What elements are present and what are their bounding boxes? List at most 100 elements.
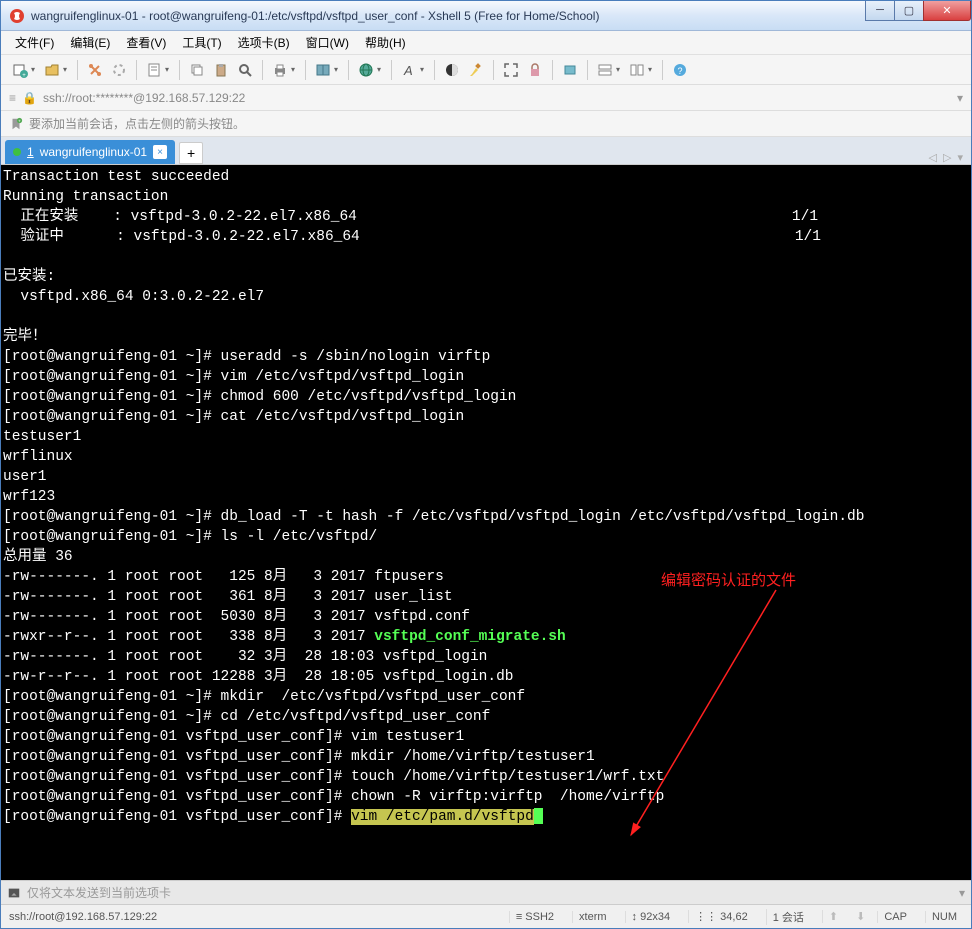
status-term: xterm: [572, 911, 613, 923]
status-ssh: ≡ SSH2: [509, 911, 560, 923]
font-button[interactable]: A: [398, 59, 420, 81]
tab-next-button[interactable]: ▷: [943, 151, 951, 164]
list-icon[interactable]: ≡: [9, 91, 16, 105]
app-window: wangruifenglinux-01 - root@wangruifeng-0…: [0, 0, 972, 929]
xftp-button[interactable]: [559, 59, 581, 81]
dropdown-icon[interactable]: ▾: [31, 65, 39, 74]
dropdown-icon[interactable]: ▾: [63, 65, 71, 74]
find-button[interactable]: [234, 59, 256, 81]
tab-bar: 1 wangruifenglinux-01 × + ◁ ▷ ▾: [1, 137, 971, 165]
menu-edit[interactable]: 编辑(E): [64, 32, 116, 53]
properties-button[interactable]: [143, 59, 165, 81]
address-dropdown-icon[interactable]: ▾: [957, 91, 963, 105]
send-dropdown-icon[interactable]: ▾: [959, 886, 965, 900]
toolbar-separator: [434, 60, 435, 80]
status-cursor: ⋮⋮ 34,62: [688, 910, 754, 923]
connection-status-icon: [13, 148, 21, 156]
minimize-button[interactable]: ─: [865, 1, 895, 21]
menubar: 文件(F) 编辑(E) 查看(V) 工具(T) 选项卡(B) 窗口(W) 帮助(…: [1, 31, 971, 55]
menu-view[interactable]: 查看(V): [120, 32, 172, 53]
info-bar: + 要添加当前会话，点击左侧的箭头按钮。: [1, 111, 971, 137]
ssh-badge-icon: ≡: [516, 911, 522, 923]
open-session-button[interactable]: [41, 59, 63, 81]
toolbar-separator: [305, 60, 306, 80]
menu-window[interactable]: 窗口(W): [300, 32, 355, 53]
status-connection: ssh://root@192.168.57.129:22: [9, 911, 157, 923]
tab-label: wangruifenglinux-01: [40, 145, 147, 159]
send-placeholder[interactable]: 仅将文本发送到当前选项卡: [27, 884, 171, 901]
svg-text:+: +: [22, 73, 26, 78]
toolbar-separator: [136, 60, 137, 80]
app-icon: [9, 8, 25, 24]
toolbar-separator: [662, 60, 663, 80]
layout-button[interactable]: [312, 59, 334, 81]
paste-button[interactable]: [210, 59, 232, 81]
status-num: NUM: [925, 911, 963, 923]
status-down-icon: ⬇: [856, 910, 865, 923]
toolbar-separator: [179, 60, 180, 80]
rows-icon: ⋮⋮: [695, 911, 717, 923]
tab-list-button[interactable]: ▾: [957, 151, 963, 164]
print-button[interactable]: [269, 59, 291, 81]
disconnect-button[interactable]: [108, 59, 130, 81]
info-text: 要添加当前会话，点击左侧的箭头按钮。: [29, 115, 245, 132]
toolbar-separator: [587, 60, 588, 80]
menu-tabs[interactable]: 选项卡(B): [232, 32, 296, 53]
dropdown-icon[interactable]: ▾: [165, 65, 173, 74]
status-sessions: 1 会话: [766, 909, 810, 925]
tab-close-button[interactable]: ×: [153, 145, 167, 159]
size-icon: ↕: [632, 911, 638, 923]
dropdown-icon[interactable]: ▾: [334, 65, 342, 74]
highlight-button[interactable]: [465, 59, 487, 81]
toolbar: + ▾ ▾ ▾ ▾ ▾ ▾ A ▾ ▾: [1, 55, 971, 85]
tile-vertical-button[interactable]: [626, 59, 648, 81]
svg-text:?: ?: [677, 66, 682, 76]
window-controls: ─ ▢ ✕: [866, 1, 971, 21]
titlebar[interactable]: wangruifenglinux-01 - root@wangruifeng-0…: [1, 1, 971, 31]
send-icon[interactable]: [7, 886, 21, 900]
help-button[interactable]: ?: [669, 59, 691, 81]
dropdown-icon[interactable]: ▾: [377, 65, 385, 74]
tab-prev-button[interactable]: ◁: [929, 151, 937, 164]
globe-button[interactable]: [355, 59, 377, 81]
toolbar-separator: [493, 60, 494, 80]
dropdown-icon[interactable]: ▾: [648, 65, 656, 74]
dropdown-icon[interactable]: ▾: [616, 65, 624, 74]
menu-help[interactable]: 帮助(H): [359, 32, 412, 53]
address-bar: ≡ 🔒 ssh://root:********@192.168.57.129:2…: [1, 85, 971, 111]
reconnect-button[interactable]: [84, 59, 106, 81]
toolbar-separator: [77, 60, 78, 80]
status-size: ↕ 92x34: [625, 911, 677, 923]
svg-text:A: A: [403, 63, 413, 78]
tile-horizontal-button[interactable]: [594, 59, 616, 81]
bookmark-add-icon[interactable]: +: [9, 117, 23, 131]
lock-button[interactable]: [524, 59, 546, 81]
dropdown-icon[interactable]: ▾: [420, 65, 428, 74]
toolbar-separator: [348, 60, 349, 80]
status-cap: CAP: [877, 911, 913, 923]
terminal[interactable]: Transaction test succeeded Running trans…: [1, 165, 971, 880]
new-tab-button[interactable]: +: [179, 142, 203, 164]
copy-button[interactable]: [186, 59, 208, 81]
tab-nav: ◁ ▷ ▾: [929, 151, 963, 164]
maximize-button[interactable]: ▢: [894, 1, 924, 21]
toolbar-separator: [391, 60, 392, 80]
new-session-button[interactable]: +: [9, 59, 31, 81]
toolbar-separator: [552, 60, 553, 80]
close-button[interactable]: ✕: [923, 1, 971, 21]
color-scheme-button[interactable]: [441, 59, 463, 81]
lock-icon: 🔒: [22, 91, 37, 105]
status-bar: ssh://root@192.168.57.129:22 ≡ SSH2 xter…: [1, 904, 971, 928]
tab-index: 1: [27, 145, 34, 159]
dropdown-icon[interactable]: ▾: [291, 65, 299, 74]
svg-text:+: +: [18, 118, 21, 123]
fullscreen-button[interactable]: [500, 59, 522, 81]
menu-file[interactable]: 文件(F): [9, 32, 60, 53]
window-title: wangruifenglinux-01 - root@wangruifeng-0…: [31, 9, 866, 23]
status-up-icon: ⬆: [822, 910, 844, 923]
session-tab[interactable]: 1 wangruifenglinux-01 ×: [5, 140, 175, 164]
toolbar-separator: [262, 60, 263, 80]
send-bar: 仅将文本发送到当前选项卡 ▾: [1, 880, 971, 904]
address-text[interactable]: ssh://root:********@192.168.57.129:22: [43, 91, 245, 105]
menu-tools[interactable]: 工具(T): [176, 32, 227, 53]
